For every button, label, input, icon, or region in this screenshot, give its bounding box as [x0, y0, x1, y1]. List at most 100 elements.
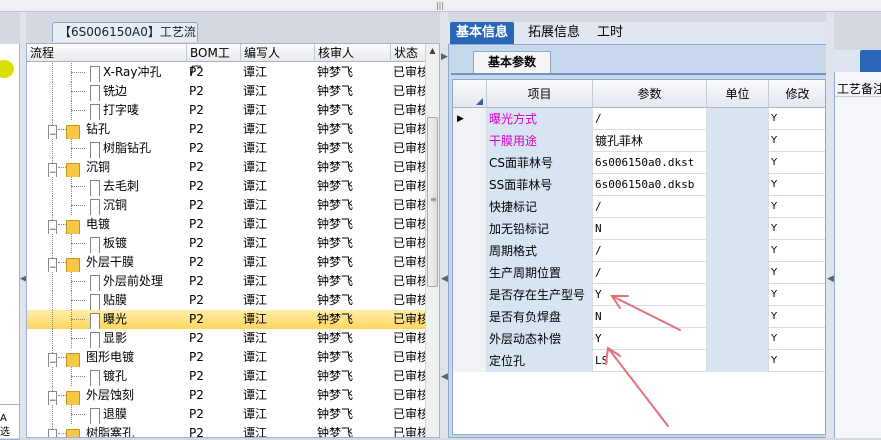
param-unit-cell[interactable] [707, 130, 769, 152]
col-header-writer[interactable]: 编写人 [241, 44, 315, 62]
param-modify-cell[interactable]: Y [769, 262, 825, 284]
tree-node[interactable]: − 图形电镀 [27, 348, 183, 367]
param-row[interactable]: 周期格式 / Y [453, 240, 825, 262]
middle-splitter[interactable]: ▶ ◀ ◀ [440, 12, 448, 438]
tree-node[interactable]: 外层前处理 [27, 272, 183, 291]
param-modify-cell[interactable]: Y [769, 350, 825, 372]
param-unit-cell[interactable] [707, 284, 769, 306]
row-indicator[interactable] [453, 174, 487, 196]
param-modify-cell[interactable]: Y [769, 328, 825, 350]
tree-node[interactable]: − 沉铜 [27, 158, 183, 177]
tree-row[interactable]: 贴膜 P2 谭江 钟梦飞 已审核 [27, 291, 427, 310]
tree-node[interactable]: − 外层干膜 [27, 253, 183, 272]
param-modify-cell[interactable]: Y [769, 108, 825, 130]
tree-group-row[interactable]: − 外层干膜 P2 谭江 钟梦飞 已审核 [27, 253, 427, 272]
tree-node[interactable]: 镀孔 [27, 367, 183, 386]
tree-node[interactable]: 显影 [27, 329, 183, 348]
col-header-modify[interactable]: 修改 [769, 80, 825, 108]
tree-row[interactable]: 外层前处理 P2 谭江 钟梦飞 已审核 [27, 272, 427, 291]
param-unit-cell[interactable] [707, 306, 769, 328]
tree-row[interactable]: 显影 P2 谭江 钟梦飞 已审核 [27, 329, 427, 348]
tab-remarks[interactable] [860, 50, 881, 72]
tab-work-hours[interactable]: 工时 [591, 22, 629, 44]
param-row[interactable]: 生产周期位置 / Y [453, 262, 825, 284]
param-unit-cell[interactable] [707, 262, 769, 284]
tree-node[interactable]: 打字唛 [27, 101, 183, 120]
tree-group-row[interactable]: − 图形电镀 P2 谭江 钟梦飞 已审核 [27, 348, 427, 367]
collapse-icon[interactable]: ◀ [827, 274, 834, 284]
row-indicator[interactable] [453, 328, 487, 350]
param-unit-cell[interactable] [707, 108, 769, 130]
collapse-icon[interactable]: − [48, 125, 57, 139]
collapse-icon[interactable]: − [48, 391, 57, 405]
collapse-icon[interactable]: ▶ [441, 52, 448, 62]
row-indicator[interactable] [453, 306, 487, 328]
tab-basic-params[interactable]: 基本参数 [473, 51, 551, 73]
param-modify-cell[interactable]: Y [769, 306, 825, 328]
param-value-cell[interactable]: 6s006150a0.dkst [593, 152, 707, 174]
tree-group-row[interactable]: − 钻孔 P2 谭江 钟梦飞 已审核 [27, 120, 427, 139]
param-unit-cell[interactable] [707, 218, 769, 240]
tab-extended-info[interactable]: 拓展信息 [522, 22, 586, 44]
param-value-cell[interactable]: 6s006150a0.dksb [593, 174, 707, 196]
param-row[interactable]: 干膜用途 镀孔菲林 Y [453, 130, 825, 152]
param-row[interactable]: 定位孔 LS Y [453, 350, 825, 372]
param-unit-cell[interactable] [707, 174, 769, 196]
tree-node[interactable]: 铣边 [27, 82, 183, 101]
param-value-cell[interactable]: N [593, 218, 707, 240]
col-header-reviewer[interactable]: 核审人 [315, 44, 391, 62]
param-value-cell[interactable]: LS [593, 350, 707, 372]
row-indicator[interactable] [453, 196, 487, 218]
collapse-icon[interactable]: − [48, 429, 57, 437]
collapse-icon[interactable]: ◀ [441, 372, 448, 382]
row-indicator[interactable] [453, 262, 487, 284]
collapse-icon[interactable]: − [48, 220, 57, 234]
param-value-cell[interactable]: / [593, 196, 707, 218]
tree-node[interactable]: − 外层蚀刻 [27, 386, 183, 405]
collapse-icon[interactable]: − [48, 353, 57, 367]
param-modify-cell[interactable]: Y [769, 174, 825, 196]
col-header-flow[interactable]: 流程 [27, 44, 187, 62]
col-header-item[interactable]: 项目 [487, 80, 593, 108]
tree-node[interactable]: − 钻孔 [27, 120, 183, 139]
tree-node[interactable]: 贴膜 [27, 291, 183, 310]
tree-row[interactable]: 去毛刺 P2 谭江 钟梦飞 已审核 [27, 177, 427, 196]
process-tab[interactable]: 【6S006150A0】工艺流程 [52, 22, 198, 58]
tree-node[interactable]: 曝光 [27, 310, 183, 329]
param-row[interactable]: 是否有负焊盘 N Y [453, 306, 825, 328]
param-row[interactable]: CS面菲林号 6s006150a0.dkst Y [453, 152, 825, 174]
collapse-icon[interactable]: − [48, 163, 57, 177]
tree-group-row[interactable]: − 外层蚀刻 P2 谭江 钟梦飞 已审核 [27, 386, 427, 405]
row-indicator[interactable] [453, 152, 487, 174]
tree-row[interactable]: 退膜 P2 谭江 钟梦飞 已审核 [27, 405, 427, 424]
param-unit-cell[interactable] [707, 196, 769, 218]
param-unit-cell[interactable] [707, 350, 769, 372]
col-header-unit[interactable]: 单位 [707, 80, 769, 108]
tree-row[interactable]: 镀孔 P2 谭江 钟梦飞 已审核 [27, 367, 427, 386]
param-modify-cell[interactable]: Y [769, 196, 825, 218]
param-value-cell[interactable]: / [593, 262, 707, 284]
col-header-bom[interactable]: BOM工厂 [187, 44, 241, 78]
param-row[interactable]: 加无铅标记 N Y [453, 218, 825, 240]
param-modify-cell[interactable]: Y [769, 284, 825, 306]
param-modify-cell[interactable]: Y [769, 240, 825, 262]
param-row[interactable]: 快捷标记 / Y [453, 196, 825, 218]
tree-row[interactable]: 打字唛 P2 谭江 钟梦飞 已审核 [27, 101, 427, 120]
grip-icon[interactable]: ||| [433, 1, 447, 10]
param-modify-cell[interactable]: Y [769, 218, 825, 240]
tab-basic-info[interactable]: 基本信息 [450, 22, 515, 44]
tree-group-row[interactable]: − 电镀 P2 谭江 钟梦飞 已审核 [27, 215, 427, 234]
param-unit-cell[interactable] [707, 328, 769, 350]
tree-scrollbar[interactable]: ▲ ≡ [425, 44, 439, 437]
param-value-cell[interactable]: 镀孔菲林 [593, 130, 707, 152]
right-splitter[interactable]: ◀ [826, 12, 834, 438]
tree-group-row[interactable]: − 树脂塞孔 P2 谭江 钟梦飞 已审核 [27, 424, 427, 437]
tree-node[interactable]: − 树脂塞孔 [27, 424, 183, 437]
param-row[interactable]: ▶ 曝光方式 / Y [453, 108, 825, 130]
param-unit-cell[interactable] [707, 240, 769, 262]
param-row[interactable]: SS面菲林号 6s006150a0.dksb Y [453, 174, 825, 196]
tree-row[interactable]: 铣边 P2 谭江 钟梦飞 已审核 [27, 82, 427, 101]
tree-row[interactable]: 曝光 P2 谭江 钟梦飞 已审核 [27, 310, 427, 329]
row-indicator[interactable] [453, 218, 487, 240]
tree-node[interactable]: X-Ray冲孔 [27, 63, 183, 82]
